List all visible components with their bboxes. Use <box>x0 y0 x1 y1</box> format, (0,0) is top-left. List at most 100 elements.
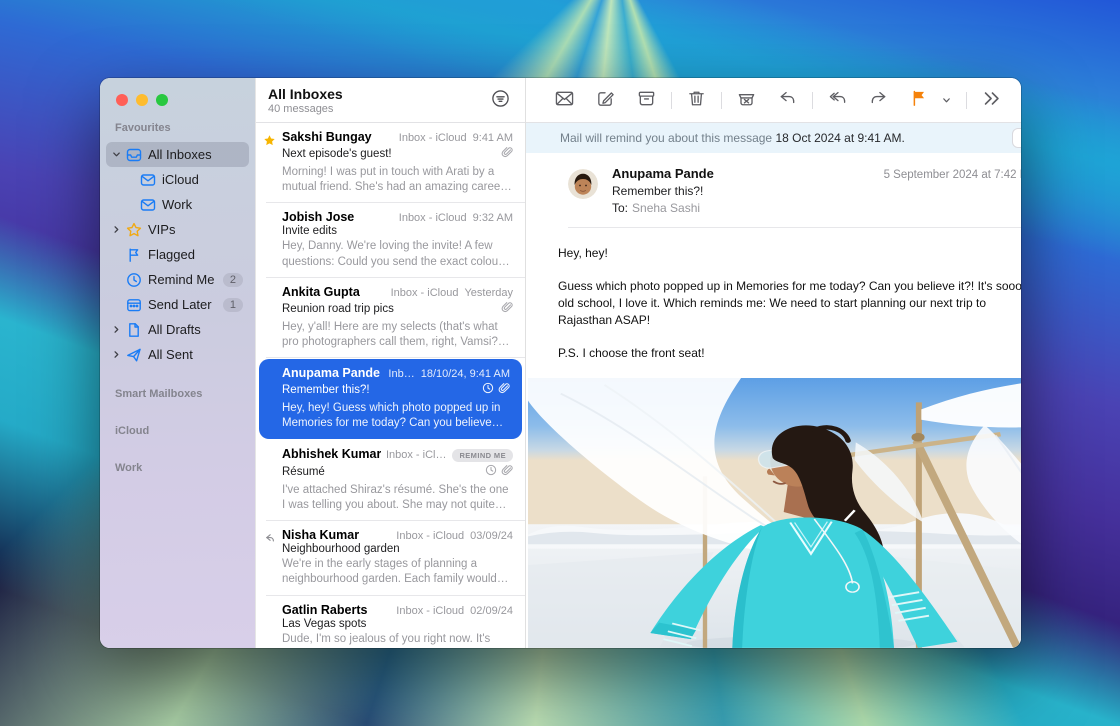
compose-button[interactable] <box>596 89 615 111</box>
message-list-pane: All Inboxes 40 messages Sakshi BungayInb… <box>255 78 525 648</box>
flag-icon <box>126 247 142 263</box>
message-date: 5 September 2024 at 7:42 PM <box>884 169 1021 181</box>
reply-button[interactable] <box>778 89 797 111</box>
body-greeting: Hey, hey! <box>558 245 1021 262</box>
chevron-down-icon[interactable] <box>112 149 124 161</box>
sender: Jobish Jose <box>282 210 354 224</box>
clock-icon <box>126 272 142 288</box>
sender: Abhishek Kumar <box>282 447 381 461</box>
filter-button[interactable] <box>489 89 511 111</box>
doc-icon <box>126 322 142 338</box>
body-main: Guess which photo popped up in Memories … <box>558 278 1021 329</box>
photo-attachment-image <box>528 378 1021 648</box>
sidebar-item-label: All Drafts <box>148 322 249 337</box>
paperclip-icon <box>498 381 510 399</box>
star-icon <box>126 222 142 238</box>
sidebar-item-label: Remind Me <box>148 272 223 287</box>
sidebar-item-all-sent[interactable]: All Sent <box>106 342 249 367</box>
sidebar-section-smart-mailboxes[interactable]: Smart Mailboxes <box>100 388 255 404</box>
sidebar-item-work[interactable]: Work <box>106 192 249 217</box>
junk-button[interactable] <box>737 89 756 111</box>
message-row-sakshi-bungay[interactable]: Sakshi BungayInbox - iCloud9:41 AMNext e… <box>256 123 525 203</box>
mailbox-label: Inbox - iCloud <box>391 287 459 299</box>
paperclip-icon <box>501 145 513 163</box>
zoom-window-button[interactable] <box>156 94 168 106</box>
message-date: 18/10/24, 9:41 AM <box>421 368 510 380</box>
envelope-icon <box>140 172 156 188</box>
sidebar-item-label: VIPs <box>148 222 249 237</box>
delete-button[interactable] <box>687 89 706 111</box>
minimize-window-button[interactable] <box>136 94 148 106</box>
mailbox-label: Inb… <box>388 368 414 380</box>
sidebar-item-label: All Inboxes <box>148 147 249 162</box>
trash-icon <box>687 89 706 111</box>
photo-attachment[interactable] <box>528 378 1021 648</box>
reply-icon <box>778 89 797 111</box>
more-toolbar-items-button[interactable] <box>982 89 1001 111</box>
mailbox-label: Inbox - iCloud <box>396 530 464 542</box>
close-window-button[interactable] <box>116 94 128 106</box>
message-preview: We're in the early stages of planning a … <box>282 557 513 587</box>
message-row-anupama-pande[interactable]: Anupama PandeInb…18/10/24, 9:41 AMRememb… <box>259 359 522 439</box>
message-row-abhishek-kumar[interactable]: Abhishek KumarInbox - iCl…REMIND MERésum… <box>256 440 525 521</box>
get-mail-button[interactable] <box>555 89 574 111</box>
message-row-nisha-kumar[interactable]: Nisha KumarInbox - iCloud03/09/24Neighbo… <box>256 521 525 595</box>
toolbar-separator <box>671 92 672 109</box>
sidebar-item-vips[interactable]: VIPs <box>106 217 249 242</box>
sidebar: Favourites All InboxesiCloudWorkVIPsFlag… <box>100 78 255 648</box>
chevron-right-icon[interactable] <box>112 349 124 361</box>
message-date: 03/09/24 <box>470 530 513 542</box>
sidebar-item-remind-me[interactable]: Remind Me2 <box>106 267 249 292</box>
sidebar-item-icloud[interactable]: iCloud <box>106 167 249 192</box>
archive-button[interactable] <box>637 89 656 111</box>
sidebar-section-icloud[interactable]: iCloud <box>100 425 255 441</box>
sender: Ankita Gupta <box>282 285 360 299</box>
subject: Next episode's guest! <box>282 148 392 160</box>
junk-icon <box>737 89 756 111</box>
flag-button[interactable] <box>910 89 929 111</box>
message-row-gatlin-raberts[interactable]: Gatlin RabertsInbox - iCloud02/09/24Las … <box>256 596 525 648</box>
sidebar-item-label: All Sent <box>148 347 249 362</box>
forward-button[interactable] <box>869 89 888 111</box>
sidebar-item-label: Flagged <box>148 247 249 262</box>
edit-reminder-button[interactable]: Edit <box>1012 128 1021 148</box>
flag-filled-icon <box>910 89 929 111</box>
clock-icon <box>482 381 494 399</box>
message-row-ankita-gupta[interactable]: Ankita GuptaInbox - iCloudYesterdayReuni… <box>256 278 525 358</box>
toolbar-separator <box>812 92 813 109</box>
flag-menu-button[interactable] <box>942 89 951 111</box>
plane-icon <box>126 347 142 363</box>
mailbox-title: All Inboxes <box>268 86 343 102</box>
remind-me-badge: REMIND ME <box>452 449 513 462</box>
replied-icon <box>263 532 277 546</box>
sender: Gatlin Raberts <box>282 603 367 617</box>
message-date: 02/09/24 <box>470 605 513 617</box>
mailbox-label: Inbox - iCloud <box>399 132 467 144</box>
message-header: Anupama Pande Remember this?! To:Sneha S… <box>526 153 1021 228</box>
header-divider <box>568 227 1021 228</box>
row-divider <box>266 357 525 358</box>
calendar-icon <box>126 297 142 313</box>
mail-window: Favourites All InboxesiCloudWorkVIPsFlag… <box>100 78 1021 648</box>
message-count: 40 messages <box>268 103 343 115</box>
double-chevron-icon <box>982 89 1001 111</box>
envelope-icon <box>140 197 156 213</box>
window-controls <box>100 86 255 122</box>
message-list-header: All Inboxes 40 messages <box>256 78 525 123</box>
recipient-name: Sneha Sashi <box>632 201 700 215</box>
sidebar-item-all-inboxes[interactable]: All Inboxes <box>106 142 249 167</box>
toolbar-separator <box>966 92 967 109</box>
reminder-datetime: 18 Oct 2024 at 9:41 AM. <box>775 131 904 145</box>
message-preview: Dude, I'm so jealous of you right now. I… <box>282 632 513 648</box>
subject: Invite edits <box>282 225 337 237</box>
sidebar-section-work[interactable]: Work <box>100 462 255 478</box>
chevron-right-icon[interactable] <box>112 324 124 336</box>
message-row-jobish-jose[interactable]: Jobish JoseInbox - iCloud9:32 AMInvite e… <box>256 203 525 277</box>
sidebar-item-flagged[interactable]: Flagged <box>106 242 249 267</box>
sidebar-item-send-later[interactable]: Send Later1 <box>106 292 249 317</box>
chevron-right-icon[interactable] <box>112 224 124 236</box>
compose-icon <box>596 89 615 111</box>
sidebar-item-all-drafts[interactable]: All Drafts <box>106 317 249 342</box>
reply-all-button[interactable] <box>828 89 847 111</box>
sender: Anupama Pande <box>282 366 380 380</box>
